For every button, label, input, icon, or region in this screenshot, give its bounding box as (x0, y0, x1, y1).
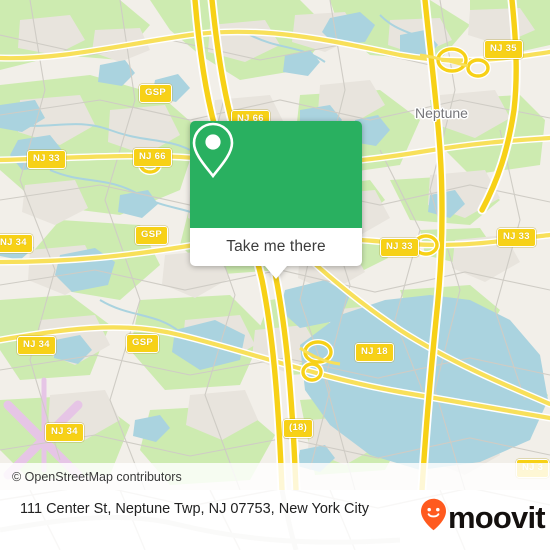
address-text: 111 Center St, Neptune Twp, NJ 07753, Ne… (20, 501, 369, 517)
map-screenshot: NJ 35 GSP NJ 66 NJ 33 NJ 66 GSP NJ 34 NJ… (0, 0, 550, 550)
osm-attribution-text[interactable]: © OpenStreetMap contributors (0, 470, 182, 484)
road-shield[interactable]: GSP (126, 334, 159, 353)
location-popup-card[interactable]: Take me there (190, 121, 362, 279)
moovit-wordmark: moovit (448, 500, 546, 535)
road-shield[interactable]: NJ 34 (17, 336, 56, 355)
road-shield[interactable]: NJ 33 (497, 228, 536, 247)
road-shield[interactable]: NJ 66 (133, 148, 172, 167)
road-shield[interactable]: NJ 33 (380, 238, 419, 257)
popup-action-bar[interactable]: Take me there (190, 228, 362, 266)
place-label-neptune: Neptune (415, 105, 468, 121)
road-shield[interactable]: GSP (139, 84, 172, 103)
moovit-logo[interactable]: moovit (420, 498, 546, 536)
popup-image-area (190, 121, 362, 228)
take-me-there-label: Take me there (226, 238, 326, 255)
road-shield[interactable]: (18) (283, 419, 314, 438)
road-shield[interactable]: NJ 18 (355, 343, 394, 362)
moovit-pin-smile-icon (420, 498, 447, 536)
road-shield[interactable]: NJ 34 (45, 423, 84, 442)
popup-tail-pointer (265, 266, 287, 279)
road-shield[interactable]: NJ 33 (27, 150, 66, 169)
map-attribution-bar: © OpenStreetMap contributors (0, 463, 550, 490)
map-canvas[interactable]: NJ 35 GSP NJ 66 NJ 33 NJ 66 GSP NJ 34 NJ… (0, 0, 550, 490)
road-shield[interactable]: NJ 35 (484, 40, 523, 59)
road-shield[interactable]: NJ 34 (0, 234, 33, 253)
road-shield[interactable]: GSP (135, 226, 168, 245)
